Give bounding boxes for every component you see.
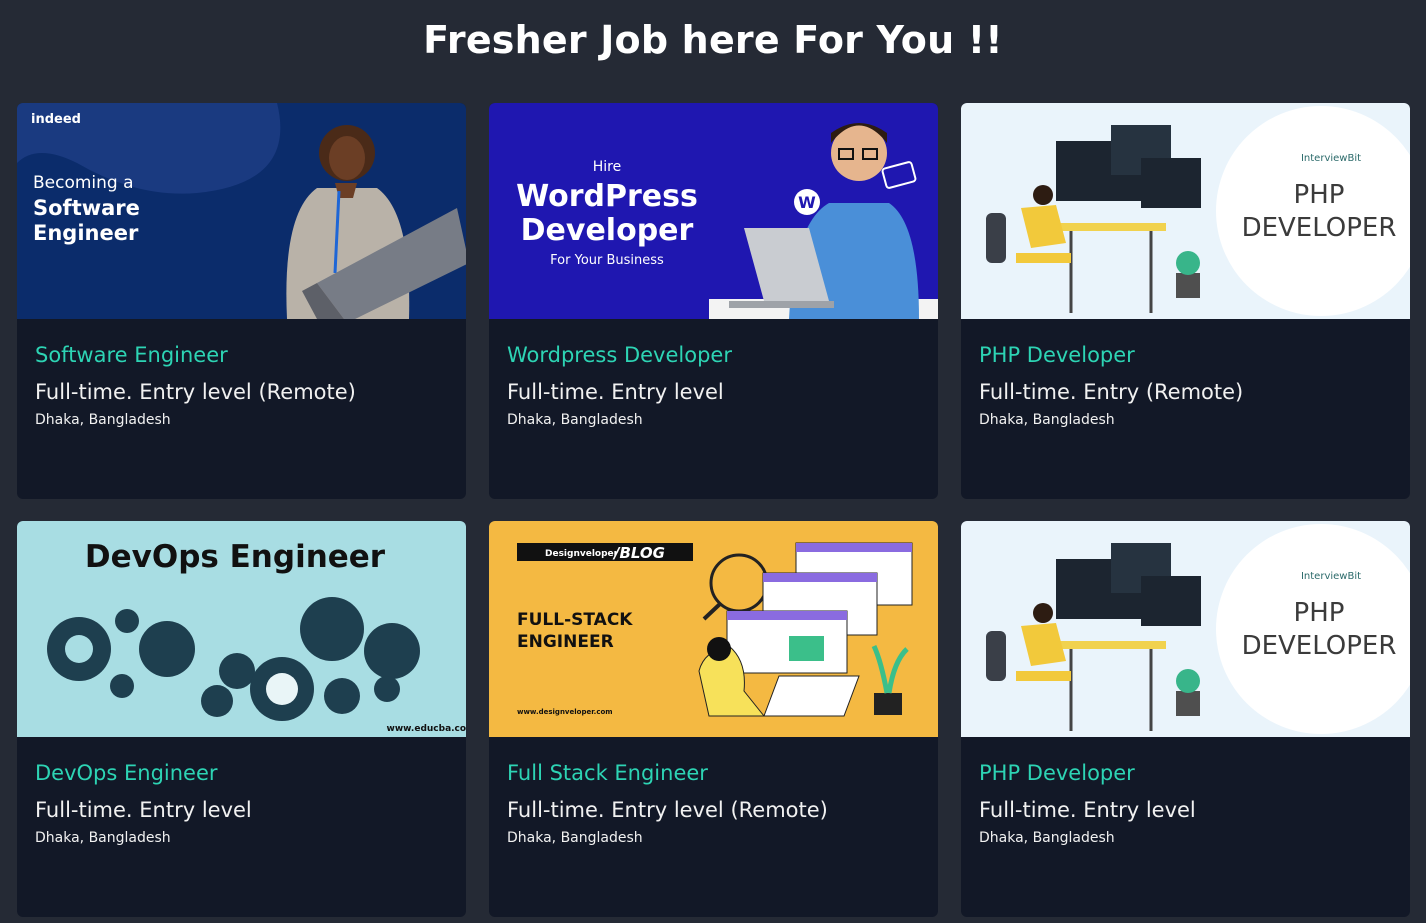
image-text: WordPress <box>516 179 698 214</box>
image-text: Hire <box>593 159 621 175</box>
job-image-software-engineer: indeed Becoming a Software Engineer <box>17 103 466 319</box>
job-type: Full-time. Entry (Remote) <box>979 380 1244 404</box>
job-type: Full-time. Entry level <box>507 380 724 404</box>
job-title[interactable]: PHP Developer <box>979 343 1135 367</box>
job-image-wordpress-developer: Hire WordPress Developer For Your Busine… <box>489 103 938 319</box>
job-location: Dhaka, Bangladesh <box>507 412 643 428</box>
image-text: DEVELOPER <box>1242 213 1397 243</box>
image-text: www.educba.com <box>387 724 466 734</box>
job-location: Dhaka, Bangladesh <box>507 830 643 846</box>
image-text: Engineer <box>33 221 139 245</box>
interviewbit-logo: InterviewBit <box>1301 571 1361 582</box>
job-card-full-stack-engineer[interactable]: Designveloper /BLOG FULL-STACK ENGINEER … <box>489 521 938 917</box>
image-text: PHP <box>1294 180 1345 210</box>
indeed-logo: indeed <box>31 112 81 127</box>
job-title[interactable]: Software Engineer <box>35 343 228 367</box>
image-text: DEVELOPER <box>1242 631 1397 661</box>
job-image-full-stack-engineer: Designveloper /BLOG FULL-STACK ENGINEER … <box>489 521 938 737</box>
job-type: Full-time. Entry level (Remote) <box>35 380 356 404</box>
job-card-software-engineer[interactable]: indeed Becoming a Software Engineer Soft… <box>17 103 466 499</box>
job-card-devops-engineer[interactable]: DevOps Engineer www.educba.com <box>17 521 466 917</box>
job-card-php-developer-2[interactable]: InterviewBit PHP DEVELOPER PHP Developer… <box>961 521 1410 917</box>
job-location: Dhaka, Bangladesh <box>979 412 1115 428</box>
job-location: Dhaka, Bangladesh <box>35 412 171 428</box>
image-text: Software <box>33 196 140 220</box>
job-location: Dhaka, Bangladesh <box>35 830 171 846</box>
image-text: www.designveloper.com <box>517 708 613 716</box>
job-type: Full-time. Entry level <box>979 798 1196 822</box>
job-grid: indeed Becoming a Software Engineer Soft… <box>17 103 1411 923</box>
image-text: FULL-STACK <box>517 610 633 630</box>
image-text: ENGINEER <box>517 632 614 652</box>
designveloper-logo: Designveloper <box>545 549 619 559</box>
page-title: Fresher Job here For You !! <box>423 18 1003 62</box>
job-image-php-developer: InterviewBit PHP DEVELOPER <box>961 521 1410 737</box>
image-text: DevOps Engineer <box>85 539 386 575</box>
job-image-php-developer: InterviewBit PHP DEVELOPER <box>961 103 1410 319</box>
image-text: Developer <box>521 213 694 248</box>
interviewbit-logo: InterviewBit <box>1301 153 1361 164</box>
job-card-wordpress-developer[interactable]: Hire WordPress Developer For Your Busine… <box>489 103 938 499</box>
job-title[interactable]: DevOps Engineer <box>35 761 218 785</box>
job-title[interactable]: Wordpress Developer <box>507 343 732 367</box>
job-type: Full-time. Entry level (Remote) <box>507 798 828 822</box>
image-text: For Your Business <box>550 253 664 268</box>
job-card-php-developer[interactable]: InterviewBit PHP DEVELOPER PHP Developer… <box>961 103 1410 499</box>
image-text: /BLOG <box>612 544 665 562</box>
job-title[interactable]: PHP Developer <box>979 761 1135 785</box>
job-location: Dhaka, Bangladesh <box>979 830 1115 846</box>
image-text: Becoming a <box>33 173 134 193</box>
wordpress-icon: W <box>798 193 816 212</box>
job-type: Full-time. Entry level <box>35 798 252 822</box>
job-title[interactable]: Full Stack Engineer <box>507 761 708 785</box>
job-image-devops-engineer: DevOps Engineer www.educba.com <box>17 521 466 737</box>
image-text: PHP <box>1294 598 1345 628</box>
